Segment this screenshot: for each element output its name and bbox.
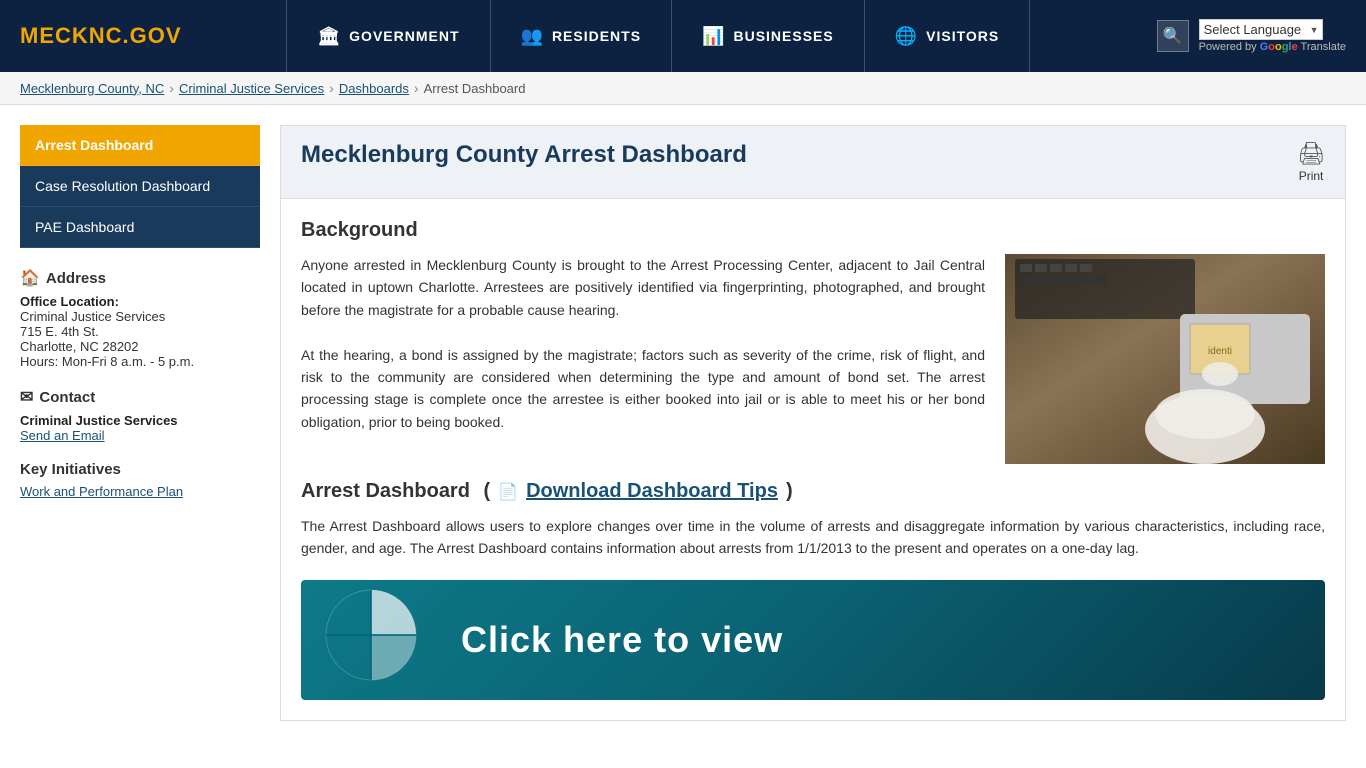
fingerprint-scanner-svg: identi <box>1005 254 1325 464</box>
sidebar-contact-title: ✉ Contact <box>20 387 260 407</box>
breadcrumb-criminal-justice[interactable]: Criminal Justice Services <box>179 81 324 96</box>
site-logo[interactable]: MECKNC.GOV <box>20 23 182 49</box>
print-button[interactable]: 🖨 Print <box>1297 141 1325 183</box>
nav-residents-label: RESIDENTS <box>552 28 641 44</box>
breadcrumb-current: Arrest Dashboard <box>424 81 526 96</box>
sidebar-address-section: 🏠 Address Office Location: Criminal Just… <box>20 268 260 369</box>
sidebar: Arrest Dashboard Case Resolution Dashboa… <box>20 125 260 721</box>
logo-area: MECKNC.GOV <box>10 0 160 72</box>
content-area: Mecklenburg County Arrest Dashboard 🖨 Pr… <box>280 125 1346 721</box>
sidebar-contact-section: ✉ Contact Criminal Justice Services Send… <box>20 387 260 443</box>
breadcrumb-sep-2: › <box>329 80 334 96</box>
nav-government-label: GOVERNMENT <box>349 28 459 44</box>
email-icon: ✉ <box>20 387 33 407</box>
businesses-icon: 📊 <box>702 26 725 47</box>
breadcrumb-dashboards[interactable]: Dashboards <box>339 81 409 96</box>
cta-graphic <box>321 585 431 695</box>
arrest-dashboard-description: The Arrest Dashboard allows users to exp… <box>301 515 1325 560</box>
government-icon: 🏛 <box>317 26 341 47</box>
download-dashboard-link[interactable]: Download Dashboard Tips <box>526 480 778 503</box>
print-icon: 🖨 <box>1297 141 1325 167</box>
nav-residents[interactable]: 👥 RESIDENTS <box>491 0 673 72</box>
background-title: Background <box>301 219 1325 242</box>
sidebar-item-arrest-dashboard[interactable]: Arrest Dashboard <box>20 125 260 166</box>
sidebar-item-pae[interactable]: PAE Dashboard <box>20 207 260 248</box>
language-select[interactable]: Select Language <box>1199 19 1323 40</box>
main-container: Arrest Dashboard Case Resolution Dashboa… <box>0 105 1366 741</box>
content-body: Background Anyone arrested in Mecklenbur… <box>281 199 1345 720</box>
visitors-icon: 🌐 <box>895 26 918 47</box>
background-section: Anyone arrested in Mecklenburg County is… <box>301 254 1325 464</box>
sidebar-key-initiatives-title: Key Initiatives <box>20 461 260 478</box>
sidebar-office-location-label: Office Location: <box>20 294 260 309</box>
breadcrumb-mecklenburg[interactable]: Mecklenburg County, NC <box>20 81 164 96</box>
search-icon: 🔍 <box>1163 26 1183 46</box>
language-select-wrapper: Select Language <box>1199 19 1323 40</box>
nav-businesses[interactable]: 📊 BUSINESSES <box>672 0 865 72</box>
search-button[interactable]: 🔍 <box>1157 20 1189 52</box>
cta-text: Click here to view <box>431 619 783 661</box>
breadcrumb-sep-3: › <box>414 80 419 96</box>
sidebar-org-name: Criminal Justice Services <box>20 309 260 324</box>
page-title: Mecklenburg County Arrest Dashboard <box>301 141 747 169</box>
powered-by-text: Powered by Google Translate <box>1199 41 1346 53</box>
nav-visitors[interactable]: 🌐 VISITORS <box>865 0 1031 72</box>
translate-area: Select Language Powered by Google Transl… <box>1199 19 1346 53</box>
send-email-link[interactable]: Send an Email <box>20 428 105 443</box>
breadcrumb-sep-1: › <box>169 80 174 96</box>
residents-icon: 👥 <box>521 26 544 47</box>
sidebar-street: 715 E. 4th St. <box>20 324 260 339</box>
header: MECKNC.GOV 🏛 GOVERNMENT 👥 RESIDENTS 📊 BU… <box>0 0 1366 72</box>
work-performance-link[interactable]: Work and Performance Plan <box>20 484 183 499</box>
arrest-dashboard-section-title: Arrest Dashboard ( 📄 Download Dashboard … <box>301 480 1325 503</box>
main-nav: 🏛 GOVERNMENT 👥 RESIDENTS 📊 BUSINESSES 🌐 … <box>160 0 1157 72</box>
sidebar-contact-org: Criminal Justice Services <box>20 413 260 428</box>
content-header: Mecklenburg County Arrest Dashboard 🖨 Pr… <box>281 126 1345 199</box>
background-paragraph-1: Anyone arrested in Mecklenburg County is… <box>301 254 985 321</box>
sidebar-city-state: Charlotte, NC 28202 <box>20 339 260 354</box>
background-text-1: Anyone arrested in Mecklenburg County is… <box>301 254 985 464</box>
home-icon: 🏠 <box>20 268 40 288</box>
header-right: 🔍 Select Language Powered by Google Tran… <box>1157 19 1356 53</box>
sidebar-item-case-resolution[interactable]: Case Resolution Dashboard <box>20 166 260 207</box>
sidebar-hours: Hours: Mon-Fri 8 a.m. - 5 p.m. <box>20 354 260 369</box>
logo-meck: MECK <box>20 23 89 48</box>
sidebar-info: 🏠 Address Office Location: Criminal Just… <box>20 268 260 499</box>
breadcrumb: Mecklenburg County, NC › Criminal Justic… <box>0 72 1366 105</box>
nav-government[interactable]: 🏛 GOVERNMENT <box>286 0 490 72</box>
print-label: Print <box>1299 169 1324 183</box>
background-paragraph-2: At the hearing, a bond is assigned by th… <box>301 344 985 434</box>
fingerprint-image: identi <box>1005 254 1325 464</box>
nav-visitors-label: VISITORS <box>926 28 999 44</box>
pdf-icon: 📄 <box>498 482 518 502</box>
sidebar-key-initiatives-section: Key Initiatives Work and Performance Pla… <box>20 461 260 499</box>
nav-businesses-label: BUSINESSES <box>733 28 833 44</box>
cta-pie-chart <box>321 585 421 685</box>
cta-banner[interactable]: Click here to view <box>301 580 1325 700</box>
svg-text:identi: identi <box>1208 346 1232 357</box>
sidebar-address-title: 🏠 Address <box>20 268 260 288</box>
